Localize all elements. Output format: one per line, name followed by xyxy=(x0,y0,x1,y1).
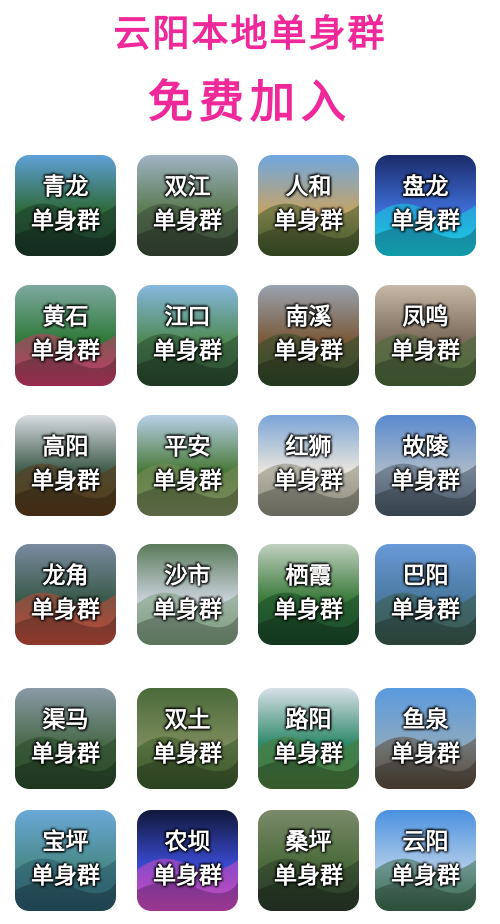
group-name: 盘龙 xyxy=(402,174,449,200)
group-suffix: 单身群 xyxy=(31,741,100,767)
group-suffix: 单身群 xyxy=(274,208,343,234)
group-suffix: 单身群 xyxy=(391,741,460,767)
group-photo xyxy=(258,155,359,256)
group-name: 双江 xyxy=(164,174,211,200)
group-tile[interactable]: 沙市 单身群 xyxy=(137,544,238,645)
group-suffix: 单身群 xyxy=(274,338,343,364)
group-suffix: 单身群 xyxy=(274,597,343,623)
group-photo xyxy=(15,285,116,386)
group-name: 云阳 xyxy=(402,829,449,855)
group-tile[interactable]: 平安 单身群 xyxy=(137,415,238,516)
group-name: 农坝 xyxy=(164,829,211,855)
group-photo xyxy=(15,415,116,516)
group-photo xyxy=(375,285,476,386)
group-photo xyxy=(258,285,359,386)
group-photo xyxy=(375,415,476,516)
group-suffix: 单身群 xyxy=(153,741,222,767)
group-photo xyxy=(258,810,359,911)
group-suffix: 单身群 xyxy=(274,468,343,494)
group-tile[interactable]: 渠马 单身群 xyxy=(15,688,116,789)
group-suffix: 单身群 xyxy=(31,597,100,623)
title-line-1: 云阳本地单身群 xyxy=(113,12,387,55)
group-photo xyxy=(137,415,238,516)
group-photo xyxy=(258,544,359,645)
group-photo xyxy=(15,688,116,789)
group-name: 巴阳 xyxy=(402,563,449,589)
group-suffix: 单身群 xyxy=(391,468,460,494)
group-tile[interactable]: 宝坪 单身群 xyxy=(15,810,116,911)
group-tile[interactable]: 南溪 单身群 xyxy=(258,285,359,386)
group-photo xyxy=(258,415,359,516)
group-name: 渠马 xyxy=(42,707,89,733)
group-photo xyxy=(15,810,116,911)
group-name: 鱼泉 xyxy=(402,707,449,733)
group-name: 沙市 xyxy=(164,563,211,589)
group-tile[interactable]: 青龙 单身群 xyxy=(15,155,116,256)
group-name: 栖霞 xyxy=(285,563,332,589)
group-photo xyxy=(375,155,476,256)
group-tile[interactable]: 人和 单身群 xyxy=(258,155,359,256)
group-suffix: 单身群 xyxy=(31,208,100,234)
group-suffix: 单身群 xyxy=(153,208,222,234)
group-photo xyxy=(15,155,116,256)
group-suffix: 单身群 xyxy=(153,863,222,889)
group-tile[interactable]: 双土 单身群 xyxy=(137,688,238,789)
group-tile[interactable]: 双江 单身群 xyxy=(137,155,238,256)
group-tile[interactable]: 高阳 单身群 xyxy=(15,415,116,516)
group-photo xyxy=(137,810,238,911)
group-suffix: 单身群 xyxy=(391,208,460,234)
group-suffix: 单身群 xyxy=(153,597,222,623)
group-name: 路阳 xyxy=(285,707,332,733)
group-name: 南溪 xyxy=(285,304,332,330)
group-name: 高阳 xyxy=(42,434,89,460)
group-photo xyxy=(375,544,476,645)
group-name: 宝坪 xyxy=(42,829,89,855)
group-photo xyxy=(15,544,116,645)
group-tile[interactable]: 故陵 单身群 xyxy=(375,415,476,516)
group-name: 平安 xyxy=(164,434,211,460)
group-suffix: 单身群 xyxy=(153,338,222,364)
group-tile[interactable]: 云阳 单身群 xyxy=(375,810,476,911)
group-photo xyxy=(375,688,476,789)
group-photo xyxy=(137,155,238,256)
group-photo xyxy=(137,285,238,386)
group-name: 桑坪 xyxy=(285,829,332,855)
title-line-2: 免费加入 xyxy=(147,75,352,128)
group-suffix: 单身群 xyxy=(391,338,460,364)
group-name: 人和 xyxy=(285,174,332,200)
group-tile[interactable]: 黄石 单身群 xyxy=(15,285,116,386)
group-tile[interactable]: 路阳 单身群 xyxy=(258,688,359,789)
group-tile[interactable]: 栖霞 单身群 xyxy=(258,544,359,645)
group-name: 江口 xyxy=(164,304,211,330)
group-name: 龙角 xyxy=(42,563,89,589)
group-name: 青龙 xyxy=(42,174,89,200)
group-photo xyxy=(258,688,359,789)
group-tile[interactable]: 龙角 单身群 xyxy=(15,544,116,645)
group-suffix: 单身群 xyxy=(274,863,343,889)
group-photo xyxy=(137,544,238,645)
group-suffix: 单身群 xyxy=(31,338,100,364)
group-suffix: 单身群 xyxy=(153,468,222,494)
group-tile[interactable]: 农坝 单身群 xyxy=(137,810,238,911)
group-name: 双土 xyxy=(164,707,211,733)
group-name: 故陵 xyxy=(402,434,449,460)
group-suffix: 单身群 xyxy=(31,468,100,494)
group-tile[interactable]: 凤鸣 单身群 xyxy=(375,285,476,386)
group-tile[interactable]: 鱼泉 单身群 xyxy=(375,688,476,789)
group-name: 黄石 xyxy=(42,304,89,330)
group-tile[interactable]: 江口 单身群 xyxy=(137,285,238,386)
group-tile[interactable]: 巴阳 单身群 xyxy=(375,544,476,645)
group-suffix: 单身群 xyxy=(391,597,460,623)
group-tile[interactable]: 桑坪 单身群 xyxy=(258,810,359,911)
group-name: 红狮 xyxy=(285,434,332,460)
group-suffix: 单身群 xyxy=(31,863,100,889)
group-name: 凤鸣 xyxy=(402,304,449,330)
group-suffix: 单身群 xyxy=(391,863,460,889)
group-tile[interactable]: 盘龙 单身群 xyxy=(375,155,476,256)
group-suffix: 单身群 xyxy=(274,741,343,767)
group-photo xyxy=(137,688,238,789)
group-tile[interactable]: 红狮 单身群 xyxy=(258,415,359,516)
group-photo xyxy=(375,810,476,911)
